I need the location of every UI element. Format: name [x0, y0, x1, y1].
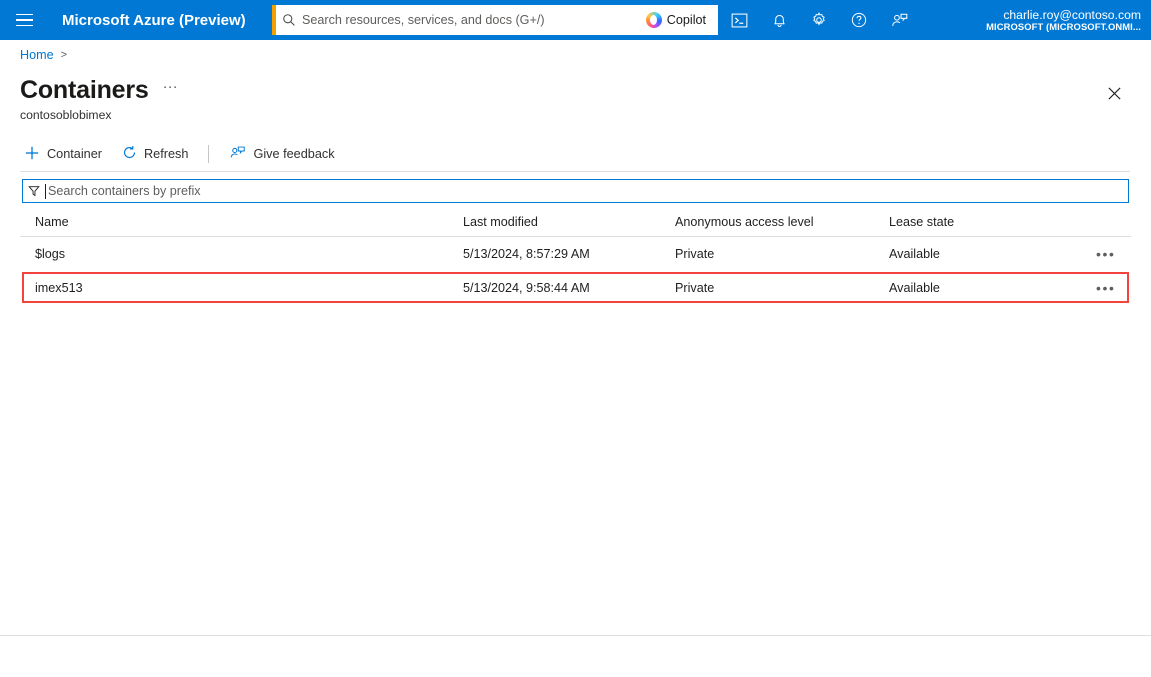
cell-last-modified: 5/13/2024, 9:58:44 AM [463, 281, 590, 295]
page-title-row: Containers ··· [20, 76, 178, 105]
refresh-button[interactable]: Refresh [112, 138, 198, 170]
command-bar: Container Refresh Give feedback [20, 138, 345, 170]
global-search-input[interactable] [302, 7, 640, 33]
column-header-lease-state[interactable]: Lease state [889, 215, 954, 229]
table-row[interactable]: $logs 5/13/2024, 8:57:29 AM Private Avai… [0, 237, 1151, 271]
command-bar-divider [208, 145, 210, 163]
refresh-label: Refresh [144, 147, 189, 161]
column-header-anonymous-access-level[interactable]: Anonymous access level [675, 215, 814, 229]
footer-divider [0, 635, 1151, 636]
settings-gear-icon[interactable] [799, 0, 839, 40]
copilot-label: Copilot [666, 13, 706, 27]
cell-lease-state: Available [889, 281, 940, 295]
column-header-name[interactable]: Name [35, 215, 69, 229]
user-tenant: MICROSOFT (MICROSOFT.ONMI... [986, 20, 1141, 32]
row-more-actions-icon[interactable]: ••• [1096, 281, 1116, 295]
container-name-link[interactable]: $logs [35, 247, 65, 261]
azure-brand-link[interactable]: Microsoft Azure (Preview) [62, 12, 246, 29]
top-bar-icon-group [719, 0, 919, 40]
page-title: Containers [20, 76, 149, 104]
user-account-menu[interactable]: charlie.roy@contoso.com MICROSOFT (MICRO… [986, 0, 1141, 40]
table-header-row: Name Last modified Anonymous access leve… [0, 208, 1151, 236]
feedback-person-icon [229, 144, 246, 164]
refresh-icon [122, 145, 137, 163]
copilot-button[interactable]: Copilot [639, 5, 718, 35]
breadcrumb: Home > [20, 48, 67, 62]
table-row[interactable]: imex513 5/13/2024, 9:58:44 AM Private Av… [0, 271, 1151, 305]
page-title-more-icon[interactable]: ··· [163, 79, 178, 102]
close-blade-button[interactable] [1102, 81, 1126, 105]
funnel-icon [23, 185, 45, 197]
cell-anonymous-access: Private [675, 281, 715, 295]
breadcrumb-chevron-icon: > [60, 49, 68, 61]
containers-table: Name Last modified Anonymous access leve… [0, 208, 1151, 305]
page-subtitle: contosoblobimex [20, 108, 112, 122]
user-email: charlie.roy@contoso.com [1003, 7, 1141, 22]
hamburger-menu-icon[interactable] [0, 0, 48, 40]
plus-icon [24, 145, 40, 164]
search-icon [276, 13, 302, 27]
command-bar-bottom-divider [20, 171, 1130, 172]
add-container-label: Container [47, 147, 103, 161]
feedback-person-icon[interactable] [879, 0, 919, 40]
cell-last-modified: 5/13/2024, 8:57:29 AM [463, 247, 590, 261]
breadcrumb-item-home[interactable]: Home [20, 48, 54, 62]
add-container-button[interactable]: Container [20, 138, 112, 170]
container-name-link[interactable]: imex513 [35, 281, 83, 295]
global-search-box[interactable]: Copilot [272, 5, 718, 35]
row-more-actions-icon[interactable]: ••• [1096, 247, 1116, 261]
cell-anonymous-access: Private [675, 247, 715, 261]
help-question-icon[interactable] [839, 0, 879, 40]
cell-lease-state: Available [889, 247, 940, 261]
cloud-shell-icon[interactable] [719, 0, 759, 40]
give-feedback-label: Give feedback [253, 147, 335, 161]
give-feedback-button[interactable]: Give feedback [219, 138, 344, 170]
column-header-last-modified[interactable]: Last modified [463, 215, 538, 229]
copilot-icon [645, 12, 662, 28]
text-cursor [45, 183, 46, 199]
top-navigation-bar: Microsoft Azure (Preview) Copilot [0, 0, 1151, 40]
container-filter-box[interactable] [22, 179, 1129, 203]
notifications-bell-icon[interactable] [759, 0, 799, 40]
container-filter-input[interactable] [48, 181, 1128, 201]
